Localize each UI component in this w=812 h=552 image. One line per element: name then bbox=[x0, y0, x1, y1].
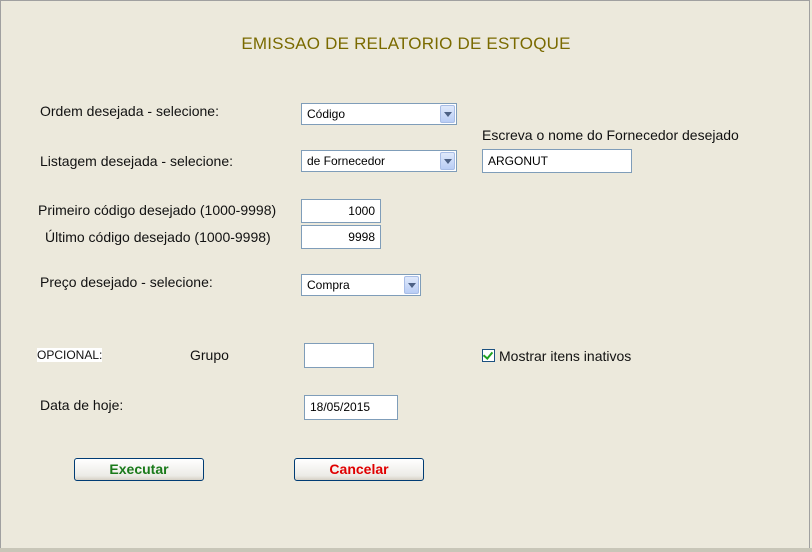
data-input[interactable]: 18/05/2015 bbox=[304, 395, 398, 420]
preco-select[interactable]: Compra bbox=[301, 274, 421, 296]
cancelar-button[interactable]: Cancelar bbox=[294, 458, 424, 481]
preco-select-value: Compra bbox=[307, 278, 350, 292]
fornecedor-input[interactable]: ARGONUT bbox=[482, 149, 632, 173]
ordem-label: Ordem desejada - selecione: bbox=[40, 103, 219, 119]
listagem-label: Listagem desejada - selecione: bbox=[40, 153, 234, 169]
data-label: Data de hoje: bbox=[40, 397, 124, 413]
chevron-down-icon[interactable] bbox=[404, 276, 419, 294]
primeiro-codigo-input[interactable]: 1000 bbox=[301, 199, 381, 223]
fornecedor-label: Escreva o nome do Fornecedor desejado bbox=[482, 127, 739, 143]
chevron-down-icon[interactable] bbox=[440, 105, 455, 123]
window-bottom-edge bbox=[0, 548, 812, 552]
grupo-label: Grupo bbox=[190, 347, 229, 363]
ordem-select[interactable]: Código bbox=[301, 103, 457, 125]
executar-button[interactable]: Executar bbox=[74, 458, 204, 481]
ultimo-codigo-input[interactable]: 9998 bbox=[301, 225, 381, 249]
mostrar-inativos-checkbox[interactable] bbox=[482, 349, 495, 362]
primeiro-codigo-label: Primeiro código desejado (1000-9998) bbox=[38, 202, 277, 218]
chevron-down-icon[interactable] bbox=[440, 152, 455, 170]
mostrar-inativos-label[interactable]: Mostrar itens inativos bbox=[499, 348, 631, 364]
opcional-label: OPCIONAL: bbox=[37, 348, 103, 362]
check-icon bbox=[482, 349, 494, 360]
page-title: EMISSAO DE RELATORIO DE ESTOQUE bbox=[241, 34, 571, 53]
ordem-select-value: Código bbox=[307, 107, 346, 121]
ultimo-codigo-label: Último código desejado (1000-9998) bbox=[45, 229, 271, 245]
grupo-input[interactable] bbox=[304, 343, 374, 368]
preco-label: Preço desejado - selecione: bbox=[40, 274, 213, 290]
listagem-select-value: de Fornecedor bbox=[307, 154, 386, 168]
listagem-select[interactable]: de Fornecedor bbox=[301, 150, 457, 172]
